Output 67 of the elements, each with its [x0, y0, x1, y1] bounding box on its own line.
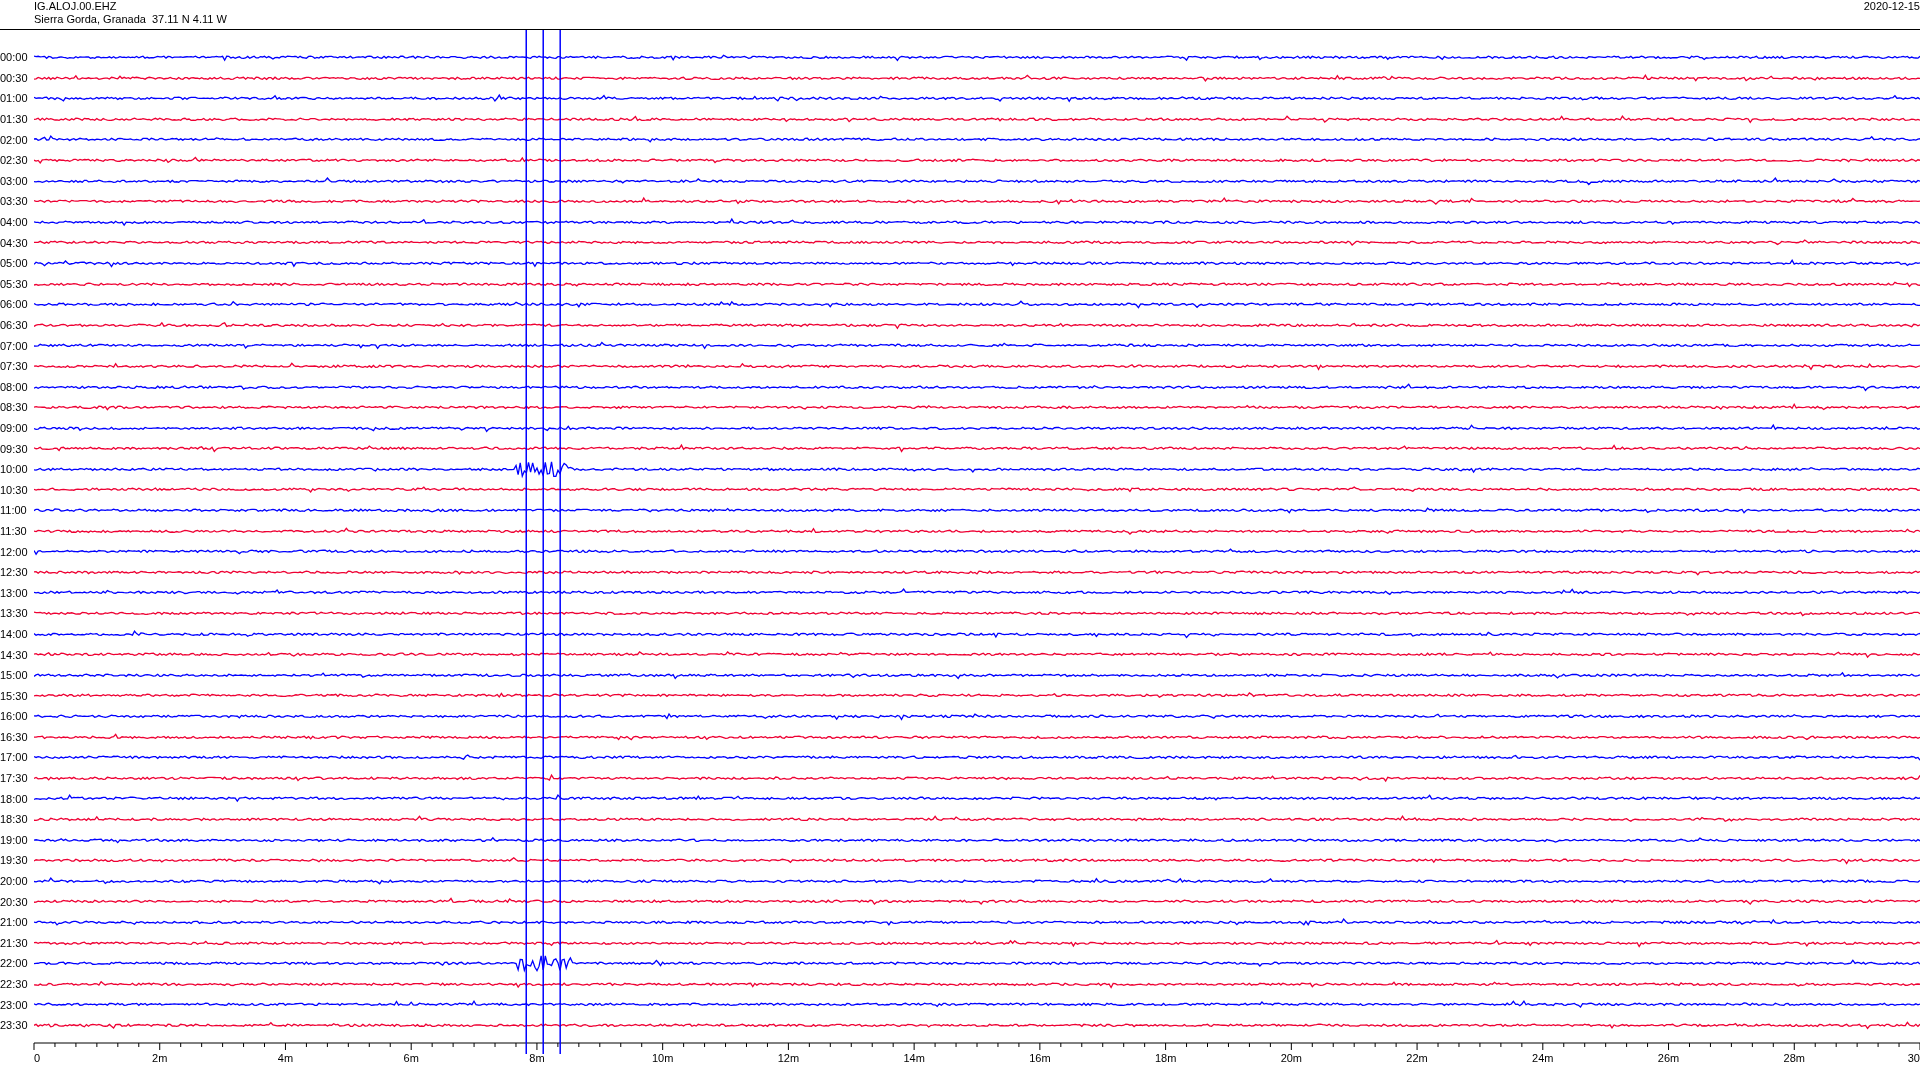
hour-label: 12:00 [0, 545, 29, 558]
hour-label: 16:30 [0, 730, 29, 743]
hour-label: 17:00 [0, 751, 29, 764]
hour-label: 08:30 [0, 401, 29, 414]
axis-tick-label: 8m [529, 1051, 545, 1064]
hour-label: 07:30 [0, 360, 29, 373]
hour-label: 01:30 [0, 113, 29, 126]
hour-label: 21:00 [0, 916, 29, 929]
hour-label: 23:00 [0, 998, 29, 1011]
station-code: IG.ALOJ.00.EHZ [34, 0, 118, 13]
hour-label: 10:00 [0, 463, 29, 476]
hour-label: 04:30 [0, 236, 29, 249]
hour-label: 22:30 [0, 978, 29, 990]
hour-label: 14:00 [0, 627, 29, 640]
hour-label: 06:00 [0, 298, 29, 311]
hour-label: 16:00 [0, 710, 29, 723]
axis-tick-label: 16m [1029, 1051, 1051, 1064]
axis-tick-label: 30 [1907, 1051, 1920, 1064]
hour-label: 13:30 [0, 607, 29, 620]
hour-label: 18:30 [0, 813, 29, 826]
hour-label: 08:00 [0, 380, 29, 393]
hour-label: 19:30 [0, 854, 29, 867]
hour-label: 11:30 [0, 524, 28, 537]
recording-date: 2020-12-15 [1863, 0, 1920, 14]
hour-label: 20:30 [0, 895, 29, 908]
hour-label: 09:00 [0, 422, 29, 434]
axis-tick-label: 24m [1532, 1051, 1554, 1064]
hour-label: 07:00 [0, 339, 29, 352]
hour-label: 10:30 [0, 483, 29, 496]
axis-tick-label: 2m [152, 1051, 168, 1064]
hour-label: 11:00 [0, 504, 28, 517]
hour-label: 21:30 [0, 936, 29, 949]
hour-label: 19:00 [0, 833, 29, 846]
axis-tick-label: 18m [1154, 1051, 1177, 1064]
axis-tick-label: 20m [1280, 1051, 1303, 1064]
hour-label: 18:00 [0, 792, 29, 805]
axis-tick-label: 10m [651, 1051, 674, 1064]
axis-tick-label: 22m [1406, 1051, 1428, 1064]
hour-label: 00:30 [0, 71, 29, 84]
hour-label: 05:00 [0, 257, 29, 270]
hour-label: 15:30 [0, 689, 29, 702]
hour-label: 03:00 [0, 174, 29, 187]
hour-label: 12:30 [0, 566, 29, 579]
hour-label: 03:30 [0, 195, 29, 208]
hour-label: 22:00 [0, 957, 29, 970]
axis-tick-label: 14m [903, 1051, 925, 1064]
axis-tick-label: 4m [277, 1051, 294, 1064]
hour-label: 23:30 [0, 1019, 29, 1032]
hour-label: 02:30 [0, 154, 29, 167]
axis-tick-label: 0 [34, 1051, 41, 1064]
hour-label: 01:00 [0, 92, 29, 105]
hour-label: 00:00 [0, 51, 29, 64]
axis-tick-label: 26m [1657, 1051, 1680, 1064]
axis-tick-label: 28m [1783, 1051, 1805, 1064]
hour-label: 15:00 [0, 669, 29, 682]
hour-label: 14:30 [0, 648, 29, 661]
hour-label: 20:00 [0, 875, 29, 888]
hour-label: 13:00 [0, 586, 29, 599]
hour-label: 04:00 [0, 216, 29, 229]
hour-label: 02:00 [0, 133, 29, 146]
axis-tick-label: 6m [403, 1051, 419, 1064]
hour-label: 05:30 [0, 277, 29, 290]
axis-tick-label: 12m [777, 1051, 800, 1064]
hour-label: 09:30 [0, 442, 29, 455]
hour-label: 17:30 [0, 772, 29, 785]
hour-label: 06:30 [0, 319, 29, 331]
station-location: Sierra Gorda, Granada 37.11 N 4.11 W [34, 13, 227, 26]
